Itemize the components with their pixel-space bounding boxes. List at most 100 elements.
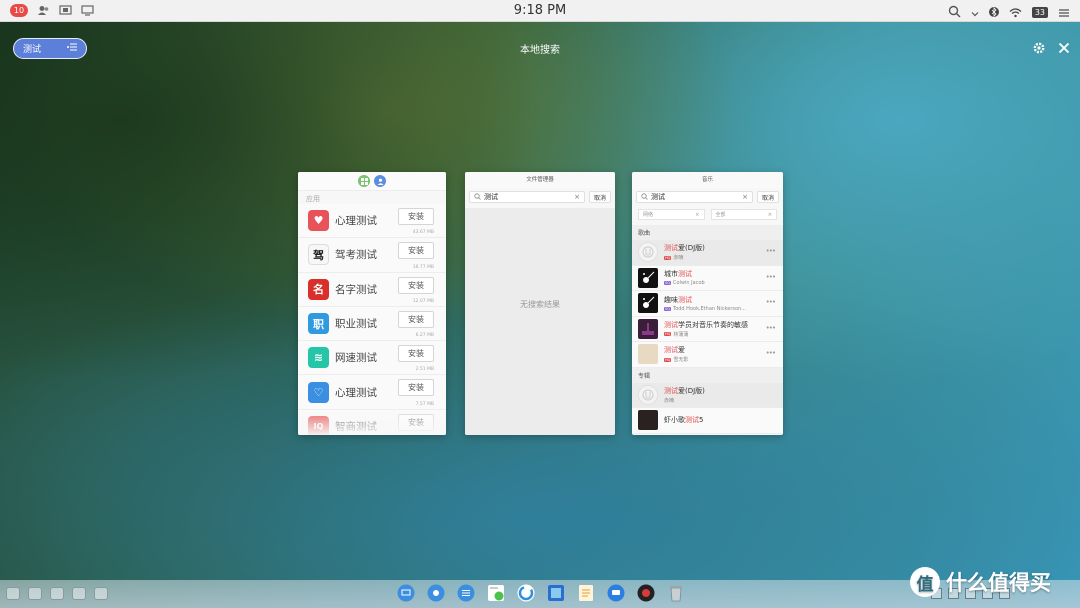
notes-app-icon[interactable] bbox=[576, 583, 596, 603]
watermark: 值 什么值得买 bbox=[910, 567, 1051, 597]
album-list: 测试爱(DJ版) 赤喃 虾小歌测试5 bbox=[632, 382, 783, 434]
search-input[interactable]: 测试 × bbox=[469, 191, 585, 203]
clear-icon[interactable]: × bbox=[742, 193, 748, 201]
album-art-thumb bbox=[638, 267, 658, 288]
list-app-icon[interactable] bbox=[456, 583, 476, 603]
artist-name: Colwin Jacob bbox=[672, 280, 705, 287]
song-list: 测试爱(DJ版) HQ 赤喃 ••• 城市测试 SQ Colwin Jacob ••• 趣味测试… bbox=[632, 240, 783, 368]
app-list-item[interactable]: 名名字测试 安装 12.07 MB bbox=[298, 272, 446, 307]
app-name: 驾考测试 bbox=[335, 249, 377, 262]
app-list-item[interactable]: 职职业测试 安装 6.27 MB bbox=[298, 306, 446, 342]
heart-icon: ♡ bbox=[308, 381, 329, 403]
song-list-item[interactable]: 趣味测试 SQ Todd Hook,Ethan Nickerson... ••• bbox=[632, 291, 783, 317]
artist-name: 林蒲蒲 bbox=[673, 331, 689, 338]
wifi-icon[interactable] bbox=[1009, 3, 1022, 22]
song-list-item[interactable]: 测试学员对音乐节奏的敏感 HQ 林蒲蒲 ••• bbox=[632, 316, 783, 342]
install-button[interactable]: 安装 bbox=[398, 276, 434, 294]
title-match: 测试 bbox=[664, 346, 678, 355]
grid-icon[interactable] bbox=[358, 175, 370, 187]
music-placeholder-icon bbox=[638, 384, 658, 405]
search-input[interactable]: 测试 × bbox=[636, 191, 753, 203]
settings-app-icon[interactable] bbox=[426, 583, 446, 603]
more-options-icon[interactable]: ••• bbox=[766, 298, 776, 306]
install-button[interactable]: 安装 bbox=[398, 208, 434, 225]
battery-indicator: 33 bbox=[1031, 7, 1048, 18]
bluetooth-icon[interactable] bbox=[988, 3, 999, 22]
music-placeholder-icon bbox=[638, 242, 658, 263]
track-info: 测试爱(DJ版) HQ 赤喃 bbox=[664, 243, 705, 261]
album-list-item[interactable]: 虾小歌测试5 bbox=[632, 408, 783, 434]
artist-name: 赤喃 bbox=[664, 397, 675, 404]
app-list-item[interactable]: ♥ 心理测试 安装 43.67 MB bbox=[298, 204, 446, 239]
card-title: 音乐 bbox=[632, 172, 783, 189]
gear-icon[interactable] bbox=[1032, 40, 1046, 54]
chat-app-icon[interactable] bbox=[606, 583, 626, 603]
search-icon[interactable] bbox=[948, 3, 961, 22]
install-button[interactable]: 安装 bbox=[398, 345, 434, 363]
record-icon[interactable] bbox=[94, 587, 108, 600]
file-manager-results-card[interactable]: 文件管理器 测试 × 取消 无搜索结果 bbox=[465, 172, 615, 435]
title-prefix: 城市 bbox=[664, 270, 678, 279]
chevron-down-icon[interactable] bbox=[971, 3, 979, 22]
search-row: 测试 × 取消 bbox=[465, 189, 615, 205]
search-icon bbox=[474, 192, 481, 202]
cancel-button[interactable]: 取消 bbox=[589, 191, 611, 203]
messages-app-icon[interactable] bbox=[486, 583, 506, 603]
quality-badge: HQ bbox=[664, 332, 672, 337]
launcher-icon[interactable] bbox=[6, 587, 20, 600]
song-list-item[interactable]: 测试爱(DJ版) HQ 赤喃 ••• bbox=[632, 240, 783, 266]
gallery-app-icon[interactable] bbox=[546, 583, 566, 603]
track-title: 趣味测试 bbox=[664, 295, 746, 305]
browser-app-icon[interactable] bbox=[516, 583, 536, 603]
track-artist-row: SQ Colwin Jacob bbox=[664, 280, 705, 286]
source-filter-dropdown[interactable]: 网络 × bbox=[638, 209, 705, 220]
install-button[interactable]: 安装 bbox=[398, 379, 434, 397]
clear-icon[interactable]: × bbox=[574, 193, 580, 201]
screen-icon[interactable] bbox=[50, 587, 64, 600]
title-match: 测试 bbox=[664, 386, 678, 395]
albums-section-label: 专辑 bbox=[632, 367, 783, 383]
music-app-icon[interactable] bbox=[636, 583, 656, 603]
desktop-app-icon[interactable] bbox=[396, 583, 416, 603]
install-button[interactable]: 安装 bbox=[398, 242, 434, 260]
trash-icon[interactable] bbox=[666, 583, 686, 603]
title-match: 测试 bbox=[664, 320, 678, 329]
artist-name: 雪无影 bbox=[673, 357, 689, 364]
install-button[interactable]: 安装 bbox=[398, 310, 434, 328]
menu-icon[interactable] bbox=[1058, 3, 1070, 22]
track-info: 城市测试 SQ Colwin Jacob bbox=[664, 269, 705, 286]
track-artist-row: 赤喃 bbox=[664, 397, 705, 404]
user-icon[interactable] bbox=[374, 175, 386, 187]
album-art-thumb bbox=[638, 344, 658, 365]
track-artist-row: HQ 雪无影 bbox=[664, 356, 688, 363]
dropdown-icon: × bbox=[695, 211, 700, 218]
more-options-icon[interactable]: ••• bbox=[766, 273, 776, 281]
more-options-icon[interactable]: ••• bbox=[766, 247, 776, 255]
status-bar: 10 9:18 PM 33 bbox=[0, 0, 1080, 22]
app-list-item[interactable]: 驾驾考测试 安装 36.77 MB bbox=[298, 238, 446, 273]
album-list-item[interactable]: 测试爱(DJ版) 赤喃 bbox=[632, 382, 783, 408]
app-name: 网速测试 bbox=[335, 352, 377, 365]
cancel-button[interactable]: 取消 bbox=[757, 191, 779, 203]
dock-left-tools bbox=[6, 587, 108, 600]
close-icon[interactable] bbox=[1057, 40, 1071, 54]
song-list-item[interactable]: 城市测试 SQ Colwin Jacob ••• bbox=[632, 265, 783, 291]
app-store-results-card[interactable]: 应用 ♥ 心理测试 安装 43.67 MB 驾驾考测试 安装 36.77 MB 名名字测试 安装… bbox=[298, 172, 446, 435]
search-tool-icon[interactable] bbox=[28, 587, 42, 600]
title-prefix: 虾小歌 bbox=[664, 415, 685, 424]
app-name: 名字测试 bbox=[335, 283, 377, 296]
quality-badge: SQ bbox=[664, 306, 671, 311]
music-results-card[interactable]: 音乐 测试 × 取消 网络 × 全部 × 歌曲 测试爱(DJ版) HQ 赤喃 ••• 城… bbox=[632, 172, 783, 435]
empty-state-text: 无搜索结果 bbox=[520, 300, 560, 309]
heart-icon: ♥ bbox=[308, 210, 329, 232]
track-title: 测试学员对音乐节奏的敏感 bbox=[664, 320, 748, 330]
track-info: 趣味测试 SQ Todd Hook,Ethan Nickerson... bbox=[664, 295, 746, 312]
app-size: 43.67 MB bbox=[412, 230, 434, 236]
title-prefix: 趣味 bbox=[664, 295, 678, 304]
more-options-icon[interactable]: ••• bbox=[766, 349, 776, 357]
more-options-icon[interactable]: ••• bbox=[766, 324, 776, 332]
app-list-item[interactable]: ≋ 网速测试 安装 2.51 MB bbox=[298, 341, 446, 376]
toggle-icon[interactable] bbox=[72, 587, 86, 600]
type-filter-dropdown[interactable]: 全部 × bbox=[710, 209, 777, 220]
song-list-item[interactable]: 测试爱 HQ 雪无影 ••• bbox=[632, 342, 783, 368]
